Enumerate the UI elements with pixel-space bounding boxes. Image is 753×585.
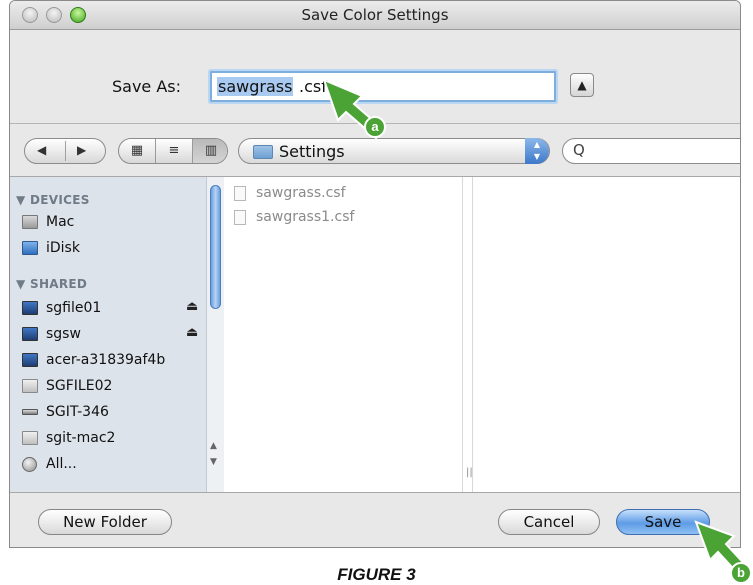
- back-icon[interactable]: ◀: [37, 143, 46, 157]
- sidebar-item-sgit-mac2[interactable]: sgit-mac2: [22, 429, 202, 449]
- file-browser: ▼ DEVICES Mac iDisk ▼ SHARED sgfile01 ⏏ …: [10, 176, 740, 493]
- save-as-label: Save As:: [112, 77, 182, 96]
- popup-arrows-icon: ▲ ▼: [525, 138, 549, 164]
- view-mode-group: ▦ ≡ ▥: [118, 138, 228, 164]
- sidebar-item-label: sgit-mac2: [46, 430, 116, 446]
- sidebar-scrollbar[interactable]: ▲ ▼: [206, 177, 224, 492]
- scroll-down-icon[interactable]: ▼: [210, 457, 217, 467]
- sidebar-item-all[interactable]: All...: [22, 455, 202, 475]
- sidebar-item-sgsw[interactable]: sgsw ⏏: [22, 325, 202, 345]
- collapse-dialog-button[interactable]: ▲: [570, 73, 594, 97]
- monitor-icon: [22, 353, 38, 367]
- annotation-arrow-a: [322, 78, 386, 140]
- sidebar-item-label: sgsw: [46, 326, 81, 342]
- sidebar: ▼ DEVICES Mac iDisk ▼ SHARED sgfile01 ⏏ …: [10, 177, 206, 492]
- hard-disk-icon: [22, 215, 38, 229]
- generic-server-icon: [22, 431, 38, 445]
- column-divider: [472, 177, 473, 492]
- sidebar-item-label: All...: [46, 456, 77, 472]
- sidebar-item-label: acer-a31839af4b: [46, 352, 166, 368]
- title-bar[interactable]: Save Color Settings: [10, 1, 740, 30]
- monitor-icon: [22, 301, 38, 315]
- sidebar-item-label: Mac: [46, 214, 75, 230]
- eject-icon[interactable]: ⏏: [186, 299, 198, 314]
- folder-icon: [253, 145, 273, 159]
- sidebar-item-sgfile02[interactable]: SGFILE02: [22, 377, 202, 397]
- document-icon: [234, 186, 246, 201]
- idisk-icon: [22, 241, 38, 255]
- nav-separator: [65, 141, 66, 161]
- search-field[interactable]: Q: [562, 138, 740, 164]
- history-nav-group: ◀ ▶: [24, 138, 106, 164]
- devices-header[interactable]: ▼ DEVICES: [16, 193, 90, 207]
- sidebar-item-sgit-346[interactable]: SGIT-346: [22, 403, 202, 423]
- figure-caption: FIGURE 3: [337, 565, 416, 584]
- scroll-up-icon[interactable]: ▲: [210, 441, 217, 451]
- column-view-icon[interactable]: ▥: [193, 139, 227, 163]
- sidebar-item-label: iDisk: [46, 240, 80, 256]
- sidebar-item-acer[interactable]: acer-a31839af4b: [22, 351, 202, 371]
- generic-server-icon: [22, 379, 38, 393]
- scroll-thumb[interactable]: [210, 185, 221, 309]
- file-name: sawgrass.csf: [256, 185, 346, 201]
- icon-view-icon[interactable]: ▦: [119, 139, 155, 163]
- sidebar-item-idisk[interactable]: iDisk: [22, 239, 202, 259]
- column-divider: [462, 177, 463, 492]
- sidebar-item-label: SGFILE02: [46, 378, 113, 394]
- sidebar-item-label: SGIT-346: [46, 404, 109, 420]
- search-icon: Q: [573, 141, 585, 159]
- annotation-badge-a: a: [364, 116, 386, 138]
- document-icon: [234, 210, 246, 225]
- eject-icon[interactable]: ⏏: [186, 325, 198, 340]
- sidebar-item-label: sgfile01: [46, 300, 102, 316]
- window-title: Save Color Settings: [301, 6, 449, 24]
- file-column: sawgrass.csf sawgrass1.csf: [224, 177, 462, 492]
- network-globe-icon: [22, 457, 37, 472]
- cancel-button[interactable]: Cancel: [498, 509, 600, 535]
- sidebar-item-sgfile01[interactable]: sgfile01 ⏏: [22, 299, 202, 319]
- new-folder-button[interactable]: New Folder: [38, 509, 172, 535]
- network-drive-icon: [22, 409, 38, 415]
- file-name: sawgrass1.csf: [256, 209, 355, 225]
- list-view-icon[interactable]: ≡: [156, 139, 192, 163]
- filename-selected-text: sawgrass: [217, 77, 294, 96]
- location-label: Settings: [279, 142, 345, 161]
- shared-header[interactable]: ▼ SHARED: [16, 277, 87, 291]
- forward-icon[interactable]: ▶: [77, 143, 86, 157]
- monitor-icon: [22, 327, 38, 341]
- sidebar-item-mac[interactable]: Mac: [22, 213, 202, 233]
